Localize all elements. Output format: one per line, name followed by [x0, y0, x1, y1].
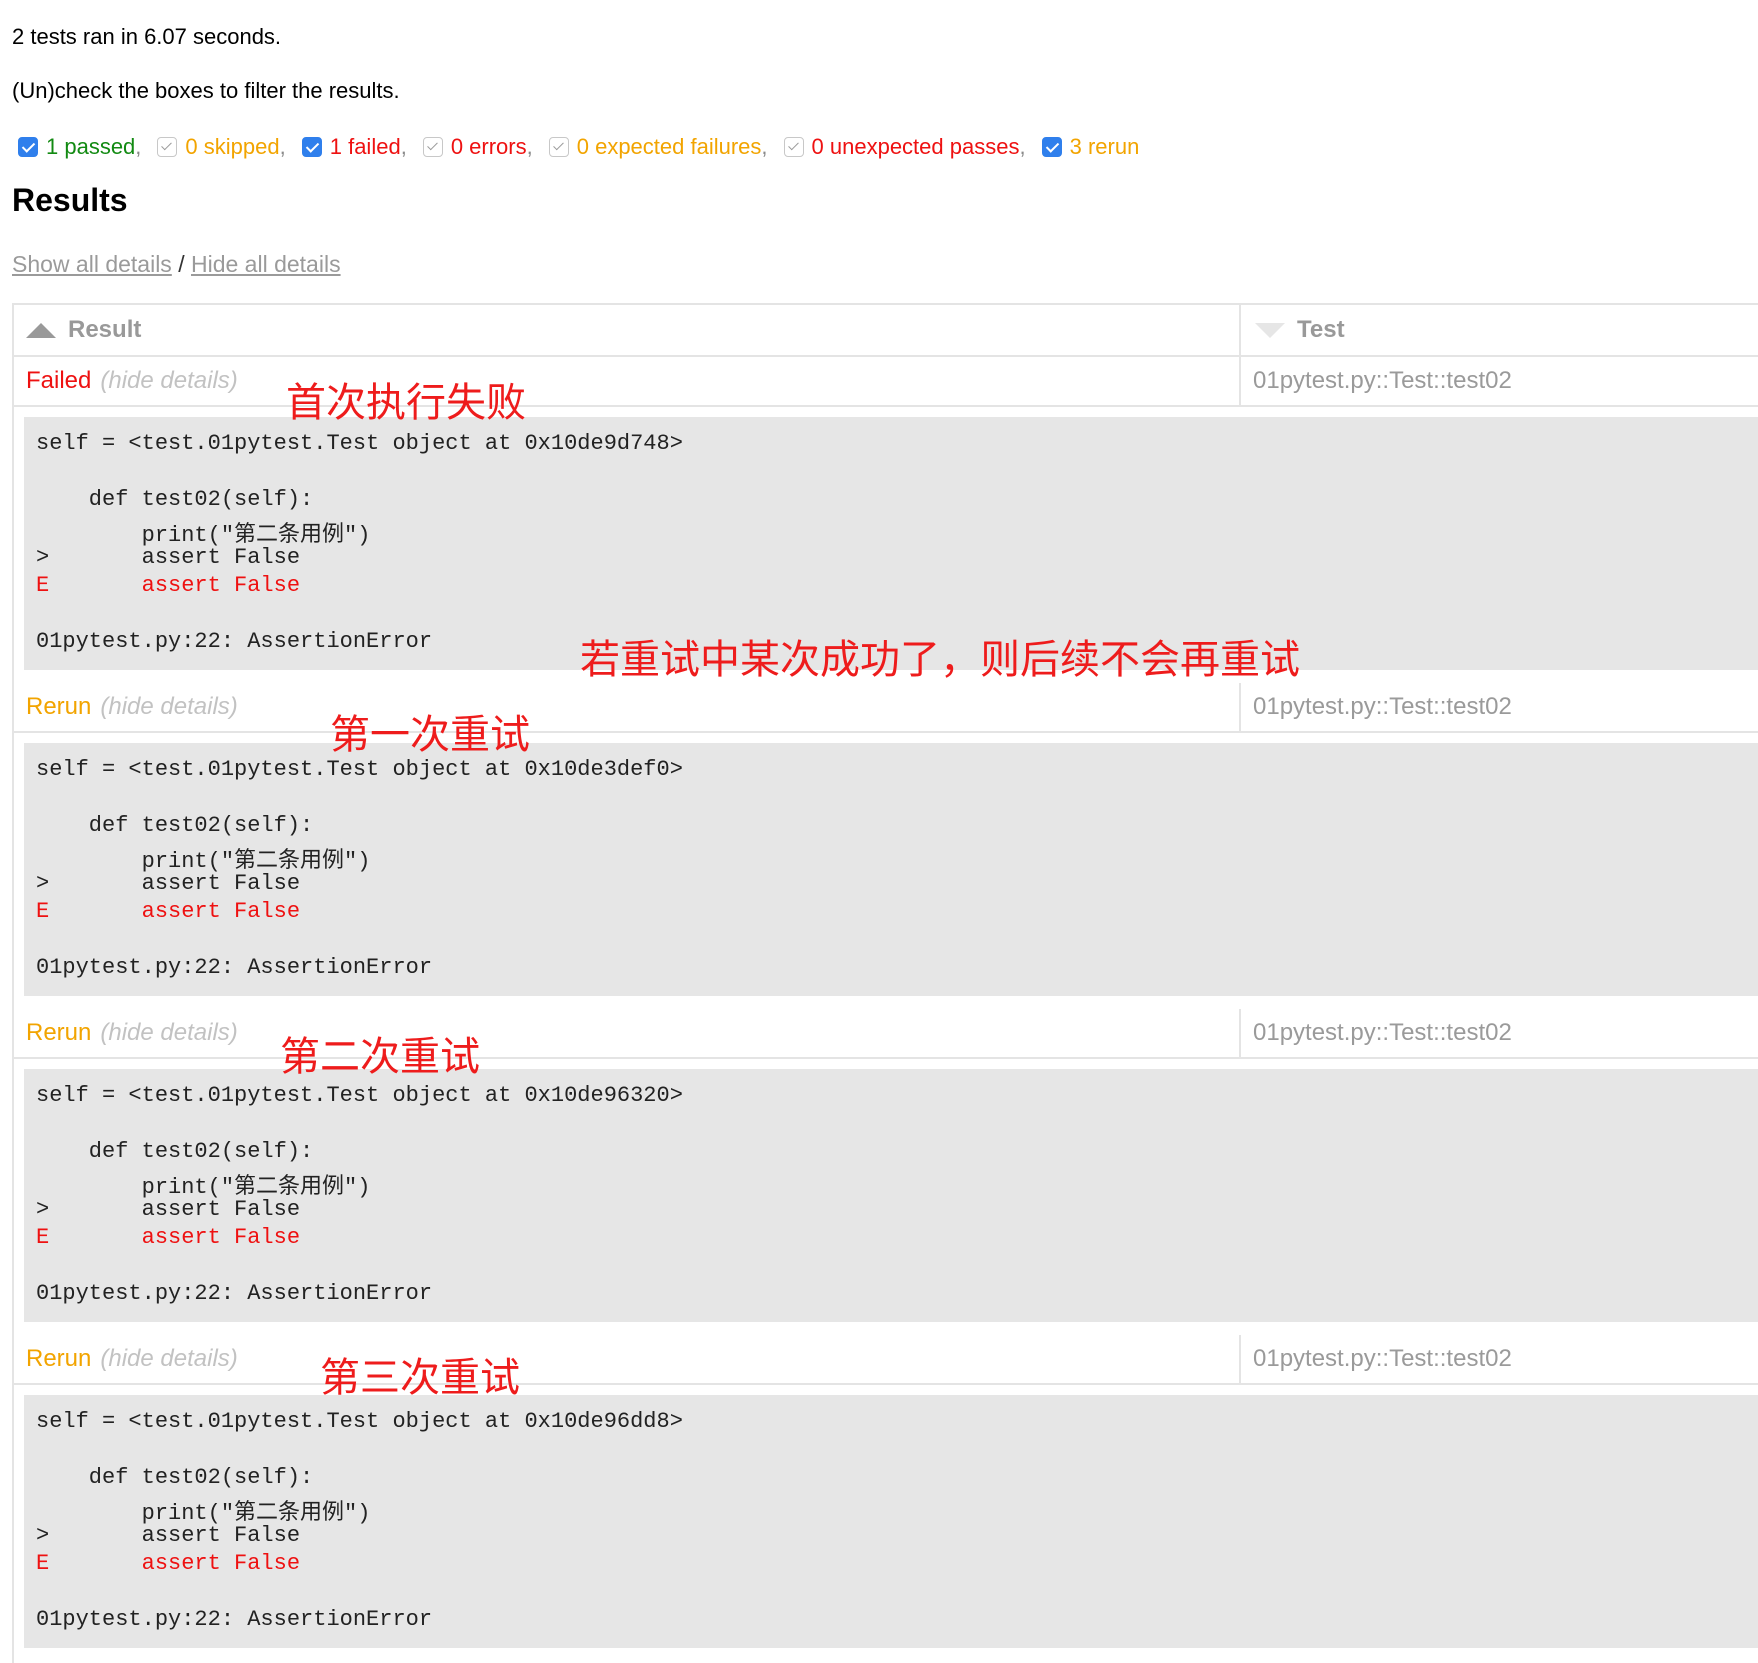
checkbox-errors[interactable] — [422, 137, 443, 157]
annotation-third-retry: 第三次重试 — [320, 1355, 520, 1401]
results-table: Result Test Failed (hide details) 01pyte… — [12, 303, 1758, 1663]
detail-links: Show all details / Hide all details — [12, 251, 341, 278]
hide-details-toggle[interactable]: (hide details) — [100, 693, 237, 721]
sort-ascending-icon — [26, 322, 56, 338]
annotation-retry-note: 若重试中某次成功了，则后续不会再重试 — [580, 637, 1300, 683]
log-line: 01pytest.py:22: AssertionError — [36, 955, 433, 980]
column-header-result[interactable]: Result — [14, 305, 1241, 357]
filter-errors-label: 0 errors — [450, 134, 527, 159]
checkbox-passed[interactable] — [18, 137, 38, 157]
checkbox-expected-failures[interactable] — [548, 137, 569, 157]
checkbox-skipped[interactable] — [157, 137, 178, 157]
table-row: Rerun (hide details) — [14, 683, 1241, 733]
log-line: print("第二条用例") — [36, 523, 371, 548]
log-line: 01pytest.py:22: AssertionError — [36, 1281, 433, 1306]
column-header-test[interactable]: Test — [1241, 305, 1758, 357]
detail-links-divider: / — [178, 251, 185, 277]
log-line: self = <test.01pytest.Test object at 0x1… — [36, 431, 683, 456]
filter-passed[interactable]: 1 passed — [18, 134, 135, 160]
annotation-second-retry: 第二次重试 — [280, 1034, 480, 1080]
log-line: def test02(self): — [36, 487, 314, 512]
filter-passed-label: 1 passed — [46, 134, 136, 159]
filter-separator: , — [1019, 134, 1026, 159]
log-line: > assert False — [36, 545, 301, 570]
checkbox-unexpected-passes[interactable] — [783, 137, 804, 157]
filter-errors[interactable]: 0 errors — [422, 134, 527, 160]
filter-unexpected-passes[interactable]: 0 unexpected passes — [783, 134, 1020, 160]
result-status: Failed — [26, 367, 92, 394]
filter-failed[interactable]: 1 failed — [301, 134, 401, 160]
result-status: Rerun — [26, 1345, 92, 1372]
filter-skipped[interactable]: 0 skipped — [157, 134, 280, 160]
test-log: self = <test.01pytest.Test object at 0x1… — [24, 1069, 1758, 1322]
filter-skipped-label: 0 skipped — [185, 134, 280, 159]
column-header-result-label: Result — [68, 316, 142, 343]
test-name: 01pytest.py::Test::test02 — [1241, 357, 1758, 407]
log-line: print("第二条用例") — [36, 1175, 371, 1200]
log-line: > assert False — [36, 1523, 301, 1548]
result-status: Rerun — [26, 693, 92, 720]
filter-separator: , — [526, 134, 533, 159]
log-error-line: E assert False — [36, 573, 301, 598]
log-line: def test02(self): — [36, 1465, 314, 1490]
log-line: > assert False — [36, 871, 301, 896]
result-status: Rerun — [26, 1019, 92, 1046]
filter-separator: , — [279, 134, 286, 159]
log-error-line: E assert False — [36, 1551, 301, 1576]
hide-details-toggle[interactable]: (hide details) — [100, 1345, 237, 1373]
filter-instructions: (Un)check the boxes to filter the result… — [12, 78, 400, 103]
filter-rerun-label: 3 rerun — [1069, 134, 1140, 159]
filter-separator: , — [400, 134, 407, 159]
log-line: > assert False — [36, 1197, 301, 1222]
run-summary: 2 tests ran in 6.07 seconds. — [12, 24, 282, 49]
sort-descending-icon — [1255, 322, 1285, 338]
table-row: Rerun (hide details) — [14, 1009, 1241, 1059]
log-error-line: E assert False — [36, 1225, 301, 1250]
test-name: 01pytest.py::Test::test02 — [1241, 683, 1758, 733]
test-log: self = <test.01pytest.Test object at 0x1… — [24, 743, 1758, 996]
results-heading: Results — [12, 182, 128, 218]
checkbox-rerun[interactable] — [1041, 137, 1062, 157]
annotation-first-failure: 首次执行失败 — [286, 380, 526, 426]
log-line: def test02(self): — [36, 813, 314, 838]
test-name: 01pytest.py::Test::test02 — [1241, 1009, 1758, 1059]
annotation-first-retry: 第一次重试 — [330, 712, 530, 758]
log-line: print("第二条用例") — [36, 1501, 371, 1526]
log-line: self = <test.01pytest.Test object at 0x1… — [36, 1083, 683, 1108]
table-row: Failed (hide details) — [14, 357, 1241, 407]
checkbox-failed[interactable] — [301, 137, 322, 157]
filter-rerun[interactable]: 3 rerun — [1041, 134, 1140, 160]
hide-all-details-link[interactable]: Hide all details — [191, 251, 341, 277]
log-error-line: E assert False — [36, 899, 301, 924]
log-line: 01pytest.py:22: AssertionError — [36, 629, 433, 654]
log-line: self = <test.01pytest.Test object at 0x1… — [36, 757, 683, 782]
filter-expected-failures[interactable]: 0 expected failures — [548, 134, 762, 160]
test-name: 01pytest.py::Test::test02 — [1241, 1335, 1758, 1385]
log-line: print("第二条用例") — [36, 849, 371, 874]
table-row: Rerun (hide details) — [14, 1335, 1241, 1385]
show-all-details-link[interactable]: Show all details — [12, 251, 172, 277]
log-line: 01pytest.py:22: AssertionError — [36, 1607, 433, 1632]
hide-details-toggle[interactable]: (hide details) — [100, 1019, 237, 1047]
filter-unexpected-passes-label: 0 unexpected passes — [811, 134, 1020, 159]
log-line: def test02(self): — [36, 1139, 314, 1164]
result-filters: 1 passed, 0 skipped, 1 failed, 0 errors,… — [18, 134, 1139, 160]
filter-expected-failures-label: 0 expected failures — [576, 134, 762, 159]
filter-separator: , — [761, 134, 768, 159]
column-header-test-label: Test — [1297, 316, 1345, 343]
filter-failed-label: 1 failed — [329, 134, 401, 159]
hide-details-toggle[interactable]: (hide details) — [100, 367, 237, 395]
test-log: self = <test.01pytest.Test object at 0x1… — [24, 1395, 1758, 1648]
filter-separator: , — [135, 134, 142, 159]
log-line: self = <test.01pytest.Test object at 0x1… — [36, 1409, 683, 1434]
